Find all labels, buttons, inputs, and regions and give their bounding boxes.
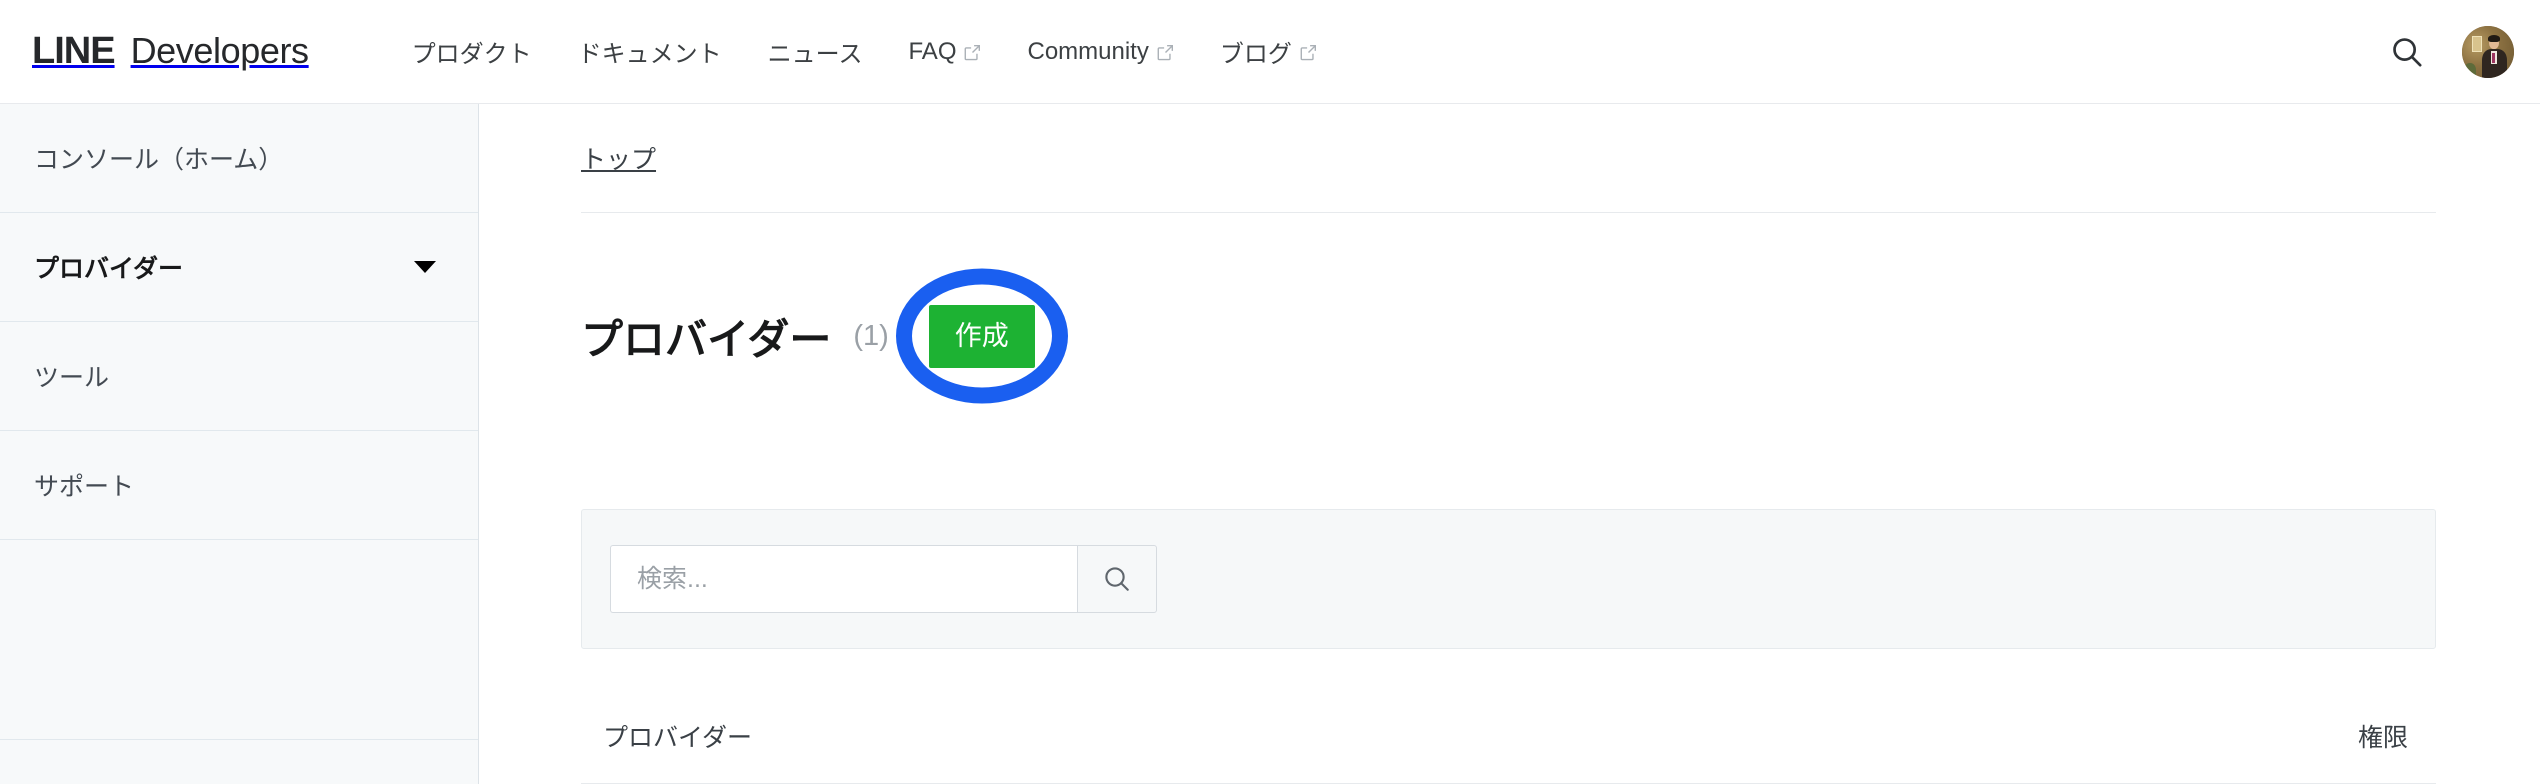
external-link-icon bbox=[964, 44, 981, 61]
create-button-group: 作成 bbox=[895, 268, 1068, 404]
nav-item-faq[interactable]: FAQ bbox=[885, 38, 1004, 66]
search-input[interactable] bbox=[610, 545, 1077, 613]
brand-line-text: LINE bbox=[32, 30, 116, 72]
page-header: プロバイダー (1) 作成 bbox=[581, 268, 1068, 404]
search-group bbox=[610, 545, 1157, 613]
page-title: プロバイダー bbox=[581, 315, 832, 363]
nav-item-products[interactable]: プロダクト bbox=[389, 34, 555, 69]
nav-label: FAQ bbox=[908, 37, 957, 65]
breadcrumb: トップ bbox=[581, 140, 2436, 213]
nav-label: ニュース bbox=[767, 41, 863, 68]
sidebar: コンソール（ホーム） プロバイダー ツール サポート bbox=[0, 104, 479, 784]
header-actions bbox=[2386, 0, 2514, 104]
global-header: LINE Developers プロダクト ドキュメント ニュース FAQ Co… bbox=[0, 0, 2540, 104]
avatar-tie bbox=[2492, 53, 2496, 63]
nav-item-blog[interactable]: ブログ bbox=[1197, 34, 1340, 69]
global-nav: プロダクト ドキュメント ニュース FAQ Community ブログ bbox=[389, 34, 1340, 69]
nav-label: ブログ bbox=[1219, 41, 1292, 68]
sidebar-item-support[interactable]: サポート bbox=[0, 431, 478, 540]
breadcrumb-item-top[interactable]: トップ bbox=[581, 140, 2436, 213]
sidebar-item-label: コンソール（ホーム） bbox=[34, 146, 284, 174]
header-search-icon[interactable] bbox=[2386, 31, 2428, 73]
nav-label: ドキュメント bbox=[577, 41, 722, 68]
brand-developers-text: Developers bbox=[130, 30, 309, 71]
provider-table-header: プロバイダー 権限 bbox=[581, 689, 2436, 784]
nav-label: プロダクト bbox=[411, 41, 532, 68]
nav-label: Community bbox=[1027, 37, 1149, 65]
brand-logo[interactable]: LINE Developers bbox=[32, 30, 309, 73]
column-header-permission: 権限 bbox=[2357, 724, 2408, 752]
column-header-provider: プロバイダー bbox=[603, 724, 753, 752]
nav-item-documents[interactable]: ドキュメント bbox=[555, 34, 745, 69]
create-provider-button[interactable]: 作成 bbox=[928, 304, 1035, 368]
external-link-icon bbox=[1157, 44, 1174, 61]
avatar-plant bbox=[2464, 63, 2476, 77]
avatar-picture-frame bbox=[2471, 36, 2483, 52]
sidebar-item-label: プロバイダー bbox=[34, 255, 184, 283]
chevron-down-icon[interactable] bbox=[414, 261, 436, 273]
search-panel bbox=[581, 509, 2436, 649]
search-submit-button[interactable] bbox=[1077, 545, 1157, 613]
sidebar-item-label: ツール bbox=[34, 364, 110, 392]
sidebar-item-console-home[interactable]: コンソール（ホーム） bbox=[0, 104, 478, 213]
sidebar-item-label: サポート bbox=[34, 473, 135, 501]
avatar-hair bbox=[2488, 35, 2500, 43]
provider-count: (1) bbox=[853, 319, 889, 352]
sidebar-item-tools[interactable]: ツール bbox=[0, 322, 478, 431]
sidebar-empty-area bbox=[0, 540, 478, 740]
sidebar-item-providers[interactable]: プロバイダー bbox=[0, 213, 478, 322]
external-link-icon bbox=[1300, 44, 1317, 61]
main-content: トップ プロバイダー (1) 作成 プロバイダー 権限 bbox=[479, 104, 2540, 784]
user-avatar[interactable] bbox=[2462, 26, 2514, 78]
nav-item-community[interactable]: Community bbox=[1004, 38, 1196, 66]
nav-item-news[interactable]: ニュース bbox=[745, 34, 886, 69]
